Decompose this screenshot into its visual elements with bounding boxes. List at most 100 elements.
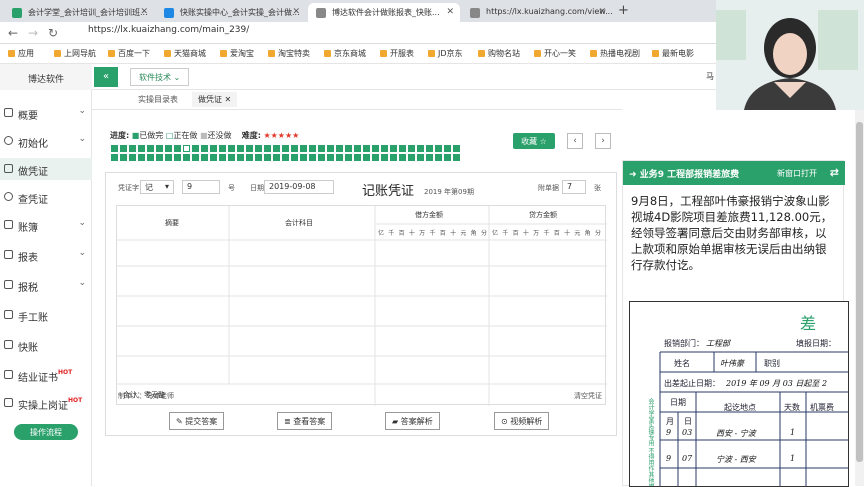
progress-cell[interactable] xyxy=(372,145,379,152)
progress-cell[interactable] xyxy=(111,145,118,152)
url-input[interactable]: https://lx.kuaizhang.com/main_239/ xyxy=(72,25,249,35)
progress-cell[interactable] xyxy=(399,154,406,161)
progress-cell[interactable] xyxy=(228,145,235,152)
progress-cell[interactable] xyxy=(372,154,379,161)
progress-cell[interactable] xyxy=(336,154,343,161)
progress-cell[interactable] xyxy=(174,145,181,152)
bookmark[interactable]: 热播电视剧 xyxy=(590,48,640,59)
progress-cell[interactable] xyxy=(111,154,118,161)
progress-cell[interactable] xyxy=(129,154,136,161)
video-analysis-button[interactable]: ⊙ 视频解析 xyxy=(494,412,550,430)
progress-cell[interactable] xyxy=(417,145,424,152)
tab-catalog[interactable]: 实操目录表 xyxy=(138,94,178,105)
prev-button[interactable]: ‹ xyxy=(567,133,583,149)
close-icon[interactable]: ✕ xyxy=(292,7,300,17)
clear-voucher-link[interactable]: 清空凭证 xyxy=(574,391,602,401)
progress-cell[interactable] xyxy=(435,145,442,152)
progress-cell[interactable] xyxy=(291,154,298,161)
progress-cell[interactable] xyxy=(246,145,253,152)
progress-cell[interactable] xyxy=(147,145,154,152)
progress-cell[interactable] xyxy=(309,154,316,161)
voucher-date-input[interactable]: 2019-09-08 xyxy=(264,180,334,194)
bookmark[interactable]: 爱淘宝 xyxy=(220,48,254,59)
tech-dropdown[interactable]: 软件技术 ⌄ xyxy=(130,68,190,86)
progress-cell[interactable] xyxy=(273,154,280,161)
bookmark[interactable]: 京东商城 xyxy=(324,48,366,59)
progress-cell[interactable] xyxy=(255,154,262,161)
browser-tab[interactable]: 快账实操中心_会计实操_会计做... ✕ xyxy=(156,3,306,22)
progress-cell[interactable] xyxy=(444,154,451,161)
progress-cell[interactable] xyxy=(453,145,460,152)
sidebar-item-tax[interactable]: 报税 ⌄ xyxy=(0,274,92,296)
progress-cell[interactable] xyxy=(273,145,280,152)
progress-cell[interactable] xyxy=(264,154,271,161)
progress-cell[interactable] xyxy=(228,154,235,161)
progress-cell[interactable] xyxy=(165,154,172,161)
progress-cell[interactable] xyxy=(435,154,442,161)
sidebar-item-quick[interactable]: 快账 xyxy=(0,334,92,356)
progress-cell[interactable] xyxy=(363,145,370,152)
bookmark[interactable]: 淘宝特卖 xyxy=(268,48,310,59)
browser-tab[interactable]: https://lx.kuaizhang.com/view... ✕ xyxy=(462,3,612,22)
progress-cell[interactable] xyxy=(453,154,460,161)
progress-cell[interactable] xyxy=(444,145,451,152)
scrollbar-thumb[interactable] xyxy=(856,122,863,462)
forward-icon[interactable]: → xyxy=(28,26,38,40)
progress-cell[interactable] xyxy=(408,154,415,161)
tab-make-voucher[interactable]: 做凭证 ✕ xyxy=(192,92,238,107)
sidebar-item-check-voucher[interactable]: 查凭证 xyxy=(0,186,92,208)
progress-cell[interactable] xyxy=(318,154,325,161)
close-icon[interactable]: ✕ xyxy=(598,7,606,17)
progress-cell[interactable] xyxy=(390,154,397,161)
sidebar-item-overview[interactable]: 概要 ⌄ xyxy=(0,102,92,124)
submit-answer-button[interactable]: ✎ 提交答案 xyxy=(169,412,225,430)
progress-cell[interactable] xyxy=(120,145,127,152)
progress-cell[interactable] xyxy=(192,145,199,152)
progress-cell[interactable] xyxy=(156,154,163,161)
sidebar-item-init[interactable]: 初始化 ⌄ xyxy=(0,130,92,152)
bookmark[interactable]: 最新电影 xyxy=(652,48,694,59)
progress-cell[interactable] xyxy=(426,145,433,152)
open-new-window-link[interactable]: 新窗口打开 xyxy=(777,168,817,179)
progress-cell[interactable] xyxy=(147,154,154,161)
progress-cell[interactable] xyxy=(165,145,172,152)
answer-analysis-button[interactable]: ▰ 答案解析 xyxy=(385,412,440,430)
sidebar-item-manual[interactable]: 手工账 xyxy=(0,304,92,326)
bookmark[interactable]: 开心一笑 xyxy=(534,48,576,59)
progress-cell[interactable] xyxy=(120,154,127,161)
progress-cell[interactable] xyxy=(219,145,226,152)
sidebar-item-certificate[interactable]: 结业证书HOT xyxy=(0,364,92,386)
swap-icon[interactable]: ⇄ xyxy=(830,166,839,179)
attach-count-input[interactable]: 7 xyxy=(562,180,586,194)
progress-cell[interactable] xyxy=(255,145,262,152)
close-icon[interactable]: ✕ xyxy=(140,7,148,17)
progress-cell[interactable] xyxy=(183,154,190,161)
progress-cell[interactable] xyxy=(237,154,244,161)
browser-tab[interactable]: 会计学堂_会计培训_会计培训班... ✕ xyxy=(4,3,154,22)
sidebar-item-job-cert[interactable]: 实操上岗证HOT xyxy=(0,392,92,414)
sidebar-item-report[interactable]: 报表 ⌄ xyxy=(0,244,92,266)
progress-cell[interactable] xyxy=(156,145,163,152)
close-icon[interactable]: ✕ xyxy=(446,7,454,17)
progress-cell[interactable] xyxy=(345,154,352,161)
bookmark[interactable]: JD京东 xyxy=(428,48,463,59)
sidebar-item-make-voucher[interactable]: 做凭证 xyxy=(0,158,92,180)
bookmark[interactable]: 应用 xyxy=(8,48,34,59)
progress-cell[interactable] xyxy=(219,154,226,161)
progress-cell[interactable] xyxy=(426,154,433,161)
back-icon[interactable]: ← xyxy=(8,26,18,40)
favorite-button[interactable]: 收藏 ☆ xyxy=(513,133,555,149)
next-button[interactable]: › xyxy=(595,133,611,149)
progress-cell[interactable] xyxy=(201,154,208,161)
progress-cell[interactable] xyxy=(417,154,424,161)
page-scrollbar[interactable] xyxy=(855,110,864,486)
progress-cell[interactable] xyxy=(138,145,145,152)
browser-tab-active[interactable]: 博达软件会计做账报表_快账... ✕ xyxy=(308,3,460,22)
progress-cell[interactable] xyxy=(210,154,217,161)
progress-cell[interactable] xyxy=(381,154,388,161)
close-icon[interactable]: ✕ xyxy=(225,95,232,104)
collapse-sidebar-button[interactable]: « xyxy=(94,67,118,87)
progress-cell[interactable] xyxy=(291,145,298,152)
progress-cell[interactable] xyxy=(381,145,388,152)
progress-cell[interactable] xyxy=(246,154,253,161)
